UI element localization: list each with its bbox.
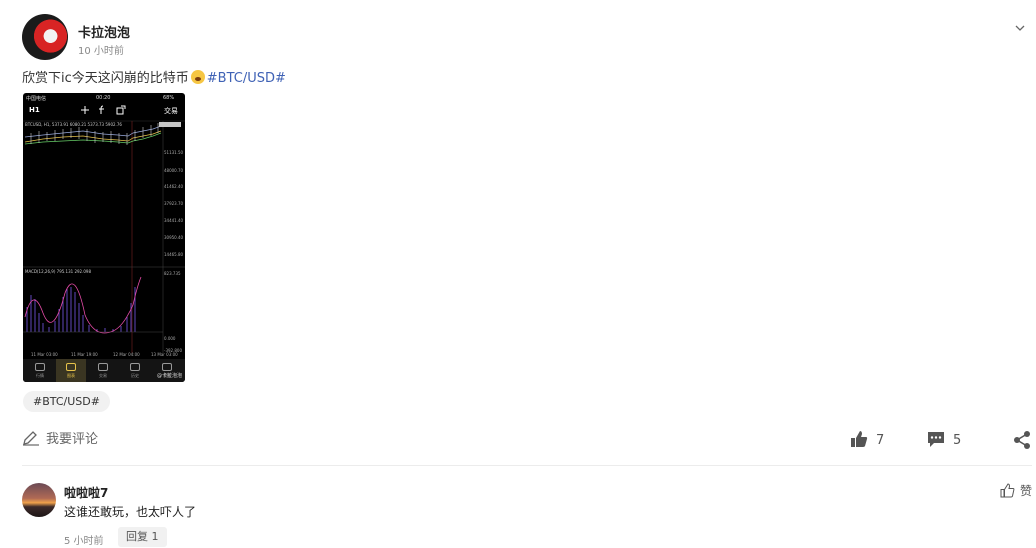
time-label: 13 Mar 03:00 <box>151 352 178 357</box>
tab-trade: 交易 <box>88 359 118 382</box>
comment-timestamp: 5 小时前 <box>64 536 104 547</box>
comment-count: 5 <box>953 433 962 448</box>
divider <box>22 465 1032 466</box>
post-header: 卡拉泡泡 10 小时前 <box>22 14 1032 60</box>
trade-label: 交易 <box>164 107 178 115</box>
time-label: 11 Mar 03:00 <box>31 352 58 357</box>
battery-level: 68% <box>163 95 175 101</box>
author-name[interactable]: 卡拉泡泡 <box>78 22 130 41</box>
tab-label: 行情 <box>36 373 44 378</box>
tab-quotes: 行情 <box>25 359 55 382</box>
candlestick-chart <box>23 120 185 353</box>
settings-icon <box>162 363 172 371</box>
like-count: 7 <box>876 433 885 448</box>
tab-label: 图表 <box>67 373 75 378</box>
commenter-avatar[interactable] <box>22 483 56 517</box>
reply-button[interactable]: 回复 1 <box>118 527 167 547</box>
time-axis: 11 Mar 03:00 11 Mar 19:00 12 Mar 04:00 1… <box>23 352 185 358</box>
commenter-name[interactable]: 啦啦啦7 <box>64 484 108 501</box>
post-timestamp: 10 小时前 <box>78 46 124 57</box>
price-label: 37923.70 <box>164 201 184 206</box>
comment-item: 啦啦啦7 这谁还敢玩，也太吓人了 5 小时前 回复 1 赞 <box>22 481 1032 547</box>
time-label: 11 Mar 19:00 <box>71 352 98 357</box>
hashtag-link[interactable]: #BTC/USD# <box>207 71 286 86</box>
tab-history: 历史 <box>120 359 150 382</box>
thumbs-up-outline-icon <box>1000 483 1015 498</box>
carrier-label: 中国电信 <box>26 96 47 102</box>
macd-info-line: MACD(12,26,9) 795.131 292.098 <box>25 269 92 274</box>
trade-icon <box>98 363 108 371</box>
tab-label: 历史 <box>131 373 139 378</box>
chart-tool-icons <box>81 105 126 115</box>
comment-text: 这谁还敢玩，也太吓人了 <box>64 505 197 519</box>
share-icon[interactable] <box>1012 430 1032 450</box>
comment-bubble-icon <box>928 432 944 447</box>
phone-status-bar: 中国电信 00:20 68% <box>23 93 185 103</box>
history-icon <box>130 363 140 371</box>
image-watermark: @卡拉泡泡 <box>156 373 182 379</box>
macd-label: 823.735 <box>164 271 181 276</box>
price-label: 48000.70 <box>164 168 184 173</box>
timeframe-label: H1 <box>29 106 40 114</box>
author-avatar[interactable] <box>22 14 68 60</box>
candles-icon <box>66 363 76 371</box>
price-label: 51131.50 <box>164 150 184 155</box>
price-label: 30950.40 <box>164 235 184 240</box>
tab-charts: 图表 <box>56 359 86 382</box>
price-label: 34441.40 <box>164 218 184 223</box>
comment-like-button[interactable]: 赞 <box>1000 482 1032 499</box>
macd-label: 0.000 <box>164 336 176 341</box>
thumbs-up-icon <box>851 431 868 447</box>
status-time: 00:20 <box>96 95 111 101</box>
topic-tag-chip[interactable]: #BTC/USD# <box>23 391 110 412</box>
chevron-down-icon[interactable] <box>1014 22 1026 34</box>
quotes-icon <box>35 363 45 371</box>
chart-info-line: BTCUSD, H1, 5373.91 6080.21 5373.73 5902… <box>25 122 122 127</box>
post-actions: 我要评论 7 5 <box>22 428 1032 452</box>
comments-button[interactable]: 5 <box>927 430 961 450</box>
write-comment-button[interactable]: 我要评论 <box>22 430 98 450</box>
write-comment-label: 我要评论 <box>46 432 99 447</box>
pencil-icon <box>23 431 39 446</box>
price-label: 14465.80 <box>164 252 184 257</box>
price-label: 41462.40 <box>164 184 184 189</box>
time-label: 12 Mar 04:00 <box>113 352 140 357</box>
post-text: 欣赏下ic今天这闪崩的比特币 #BTC/USD# <box>22 70 286 87</box>
post-body: 欣赏下ic今天这闪崩的比特币 <box>22 71 189 86</box>
chart-toolbar: H1 交易 <box>23 103 185 117</box>
post-image[interactable]: 中国电信 00:20 68% H1 交易 BTCUSD, H1, 5373.91… <box>23 93 185 382</box>
tab-label: 交易 <box>99 373 107 378</box>
comment-like-label: 赞 <box>1019 484 1032 498</box>
like-button[interactable]: 7 <box>850 430 884 450</box>
scream-emoji-icon <box>190 70 205 84</box>
